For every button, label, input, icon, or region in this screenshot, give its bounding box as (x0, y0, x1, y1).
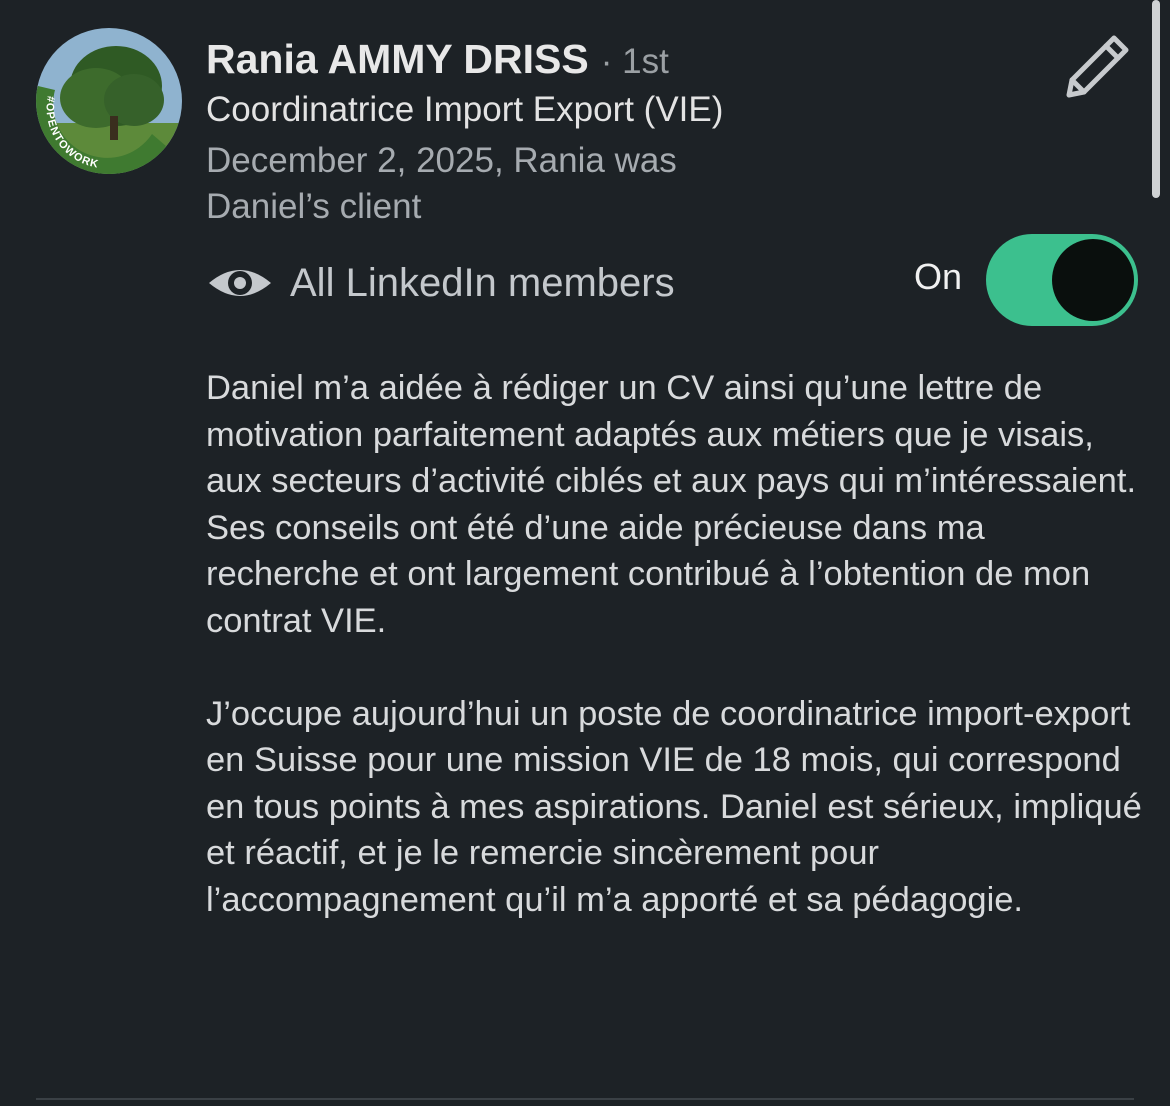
recommendation-paragraph: Daniel m’a aidée à rédiger un CV ainsi q… (206, 369, 1137, 640)
avatar-image: #OPENTOWORK (36, 28, 182, 174)
member-name[interactable]: Rania AMMY DRISS (206, 36, 589, 83)
toggle-knob (1052, 239, 1134, 321)
visibility-label: All LinkedIn members (290, 260, 675, 305)
recommendation-paragraph: J’occupe aujourd’hui un poste de coordin… (206, 694, 1142, 919)
member-name-row: Rania AMMY DRISS · 1st (206, 36, 669, 88)
scrollbar[interactable] (1152, 0, 1160, 198)
pencil-icon (1066, 35, 1129, 98)
edit-button[interactable] (1060, 30, 1136, 100)
eye-icon (209, 270, 271, 296)
avatar[interactable]: #OPENTOWORK (36, 28, 182, 174)
divider (36, 1098, 1134, 1100)
recommendation-date: December 2, 2025, Rania was (206, 141, 677, 180)
visibility-setting: All LinkedIn members (206, 246, 675, 320)
recommendation-relationship: Daniel’s client (206, 187, 422, 226)
connection-degree: · 1st (600, 42, 669, 81)
member-headline: Coordinatrice Import Export (VIE) (206, 90, 724, 129)
recommendation-context: December 2, 2025, Rania was Daniel’s cli… (206, 138, 906, 230)
toggle-state-label: On (913, 256, 962, 297)
visibility-toggle[interactable] (986, 234, 1138, 326)
recommendation-text: Daniel m’a aidée à rédiger un CV ainsi q… (206, 365, 1146, 923)
